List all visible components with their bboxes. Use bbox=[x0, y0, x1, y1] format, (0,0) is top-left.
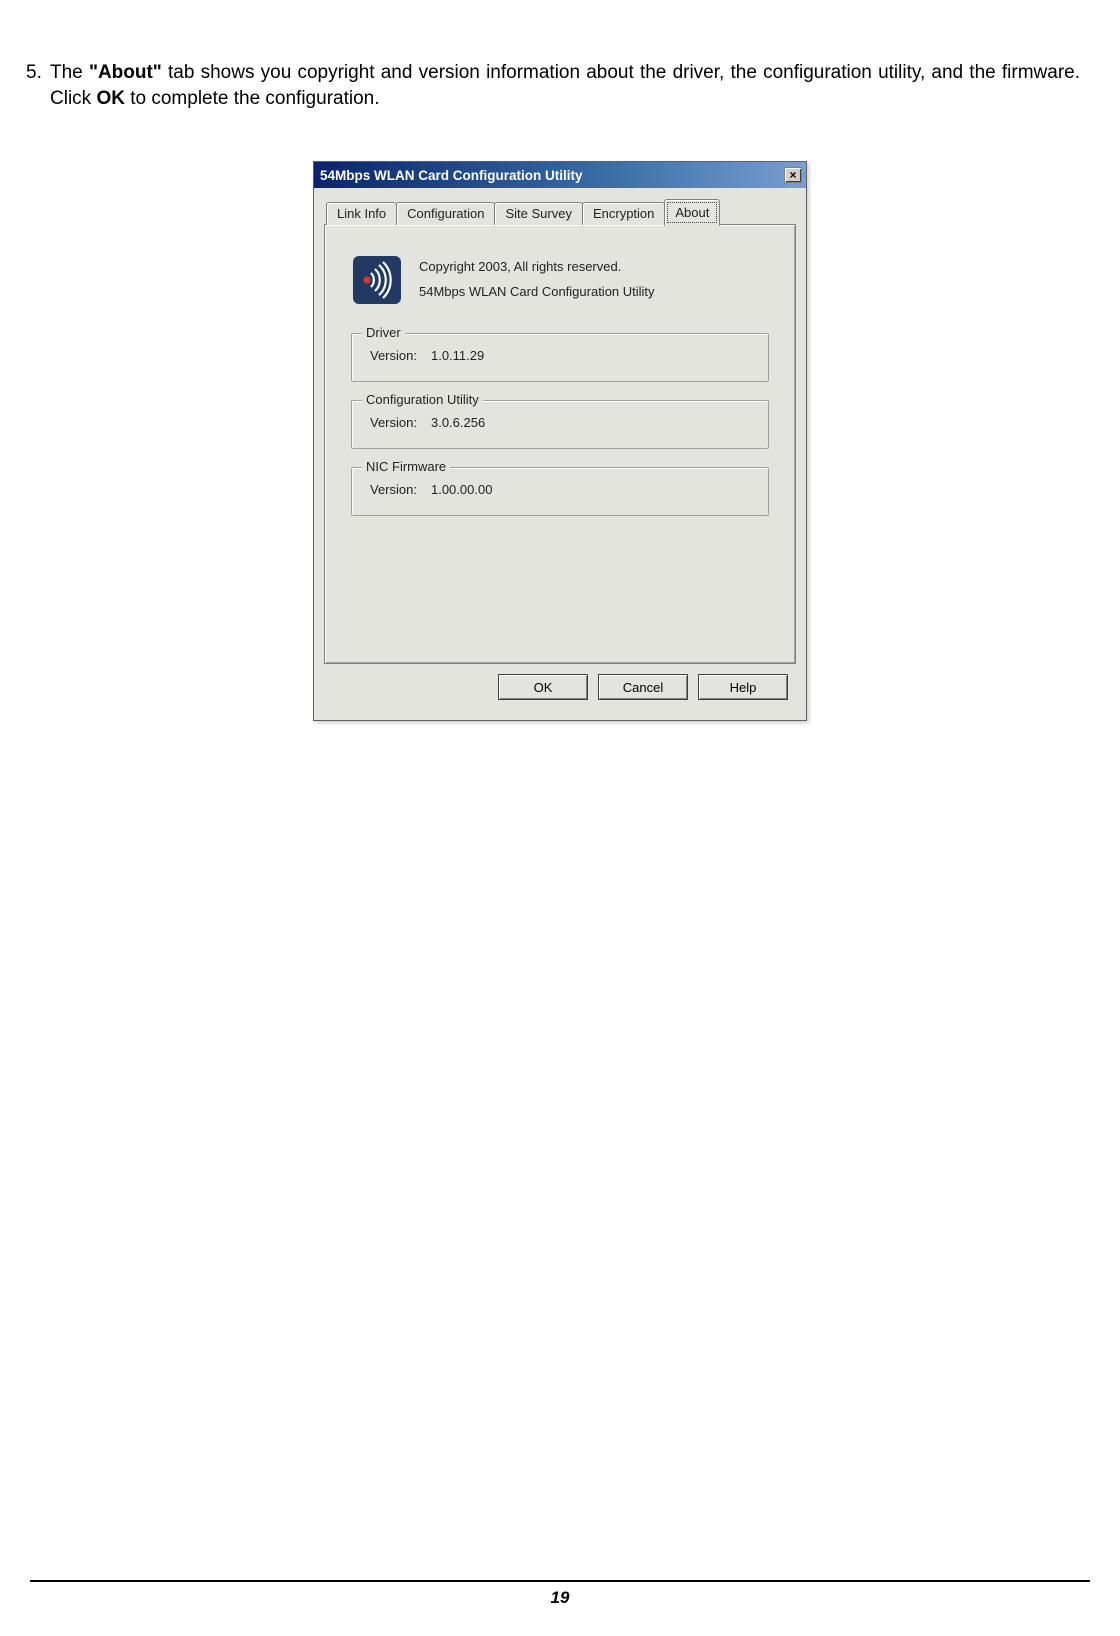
about-header: Copyright 2003, All rights reserved. 54M… bbox=[353, 255, 773, 304]
tab-strip: Link Info Configuration Site Survey Encr… bbox=[326, 199, 796, 225]
copyright-line: Copyright 2003, All rights reserved. bbox=[419, 255, 655, 280]
titlebar[interactable]: 54Mbps WLAN Card Configuration Utility × bbox=[314, 162, 806, 188]
instruction-text: 5. The "About" tab shows you copyright a… bbox=[30, 60, 1090, 111]
button-row: OK Cancel Help bbox=[324, 664, 796, 710]
footer-rule bbox=[30, 1580, 1090, 1582]
tab-about[interactable]: About bbox=[664, 199, 720, 226]
window-title: 54Mbps WLAN Card Configuration Utility bbox=[320, 168, 583, 183]
cancel-button[interactable]: Cancel bbox=[598, 674, 688, 700]
text-about-bold: "About" bbox=[89, 62, 162, 83]
page-footer: 19 bbox=[30, 1580, 1090, 1608]
close-icon: × bbox=[789, 169, 796, 181]
document-page: 5. The "About" tab shows you copyright a… bbox=[0, 0, 1120, 1636]
tab-content-about: Copyright 2003, All rights reserved. 54M… bbox=[324, 224, 796, 664]
about-text: Copyright 2003, All rights reserved. 54M… bbox=[419, 255, 655, 304]
group-driver: Driver Version: 1.0.11.29 bbox=[351, 333, 769, 382]
version-label: Version: bbox=[370, 482, 417, 497]
config-version-value: 3.0.6.256 bbox=[431, 415, 485, 430]
firmware-version-value: 1.00.00.00 bbox=[431, 482, 492, 497]
text-segment: to complete the configuration. bbox=[125, 88, 380, 109]
group-config-utility: Configuration Utility Version: 3.0.6.256 bbox=[351, 400, 769, 449]
driver-version-value: 1.0.11.29 bbox=[431, 348, 484, 363]
dialog-window: 54Mbps WLAN Card Configuration Utility ×… bbox=[313, 161, 807, 721]
page-number: 19 bbox=[551, 1588, 570, 1607]
client-area: Link Info Configuration Site Survey Encr… bbox=[314, 188, 806, 720]
tab-link-info[interactable]: Link Info bbox=[326, 202, 397, 225]
tab-encryption[interactable]: Encryption bbox=[582, 202, 665, 225]
version-label: Version: bbox=[370, 415, 417, 430]
text-ok-bold: OK bbox=[96, 88, 125, 109]
group-firmware-legend: NIC Firmware bbox=[362, 459, 450, 474]
tab-configuration[interactable]: Configuration bbox=[396, 202, 495, 225]
version-label: Version: bbox=[370, 348, 417, 363]
group-firmware: NIC Firmware Version: 1.00.00.00 bbox=[351, 467, 769, 516]
list-number: 5. bbox=[26, 60, 42, 86]
help-button[interactable]: Help bbox=[698, 674, 788, 700]
group-driver-legend: Driver bbox=[362, 325, 405, 340]
tab-site-survey[interactable]: Site Survey bbox=[494, 202, 582, 225]
ok-button[interactable]: OK bbox=[498, 674, 588, 700]
close-button[interactable]: × bbox=[784, 167, 802, 183]
product-line: 54Mbps WLAN Card Configuration Utility bbox=[419, 280, 655, 305]
wifi-icon bbox=[353, 256, 401, 304]
text-segment: The bbox=[50, 62, 89, 83]
group-config-legend: Configuration Utility bbox=[362, 392, 483, 407]
